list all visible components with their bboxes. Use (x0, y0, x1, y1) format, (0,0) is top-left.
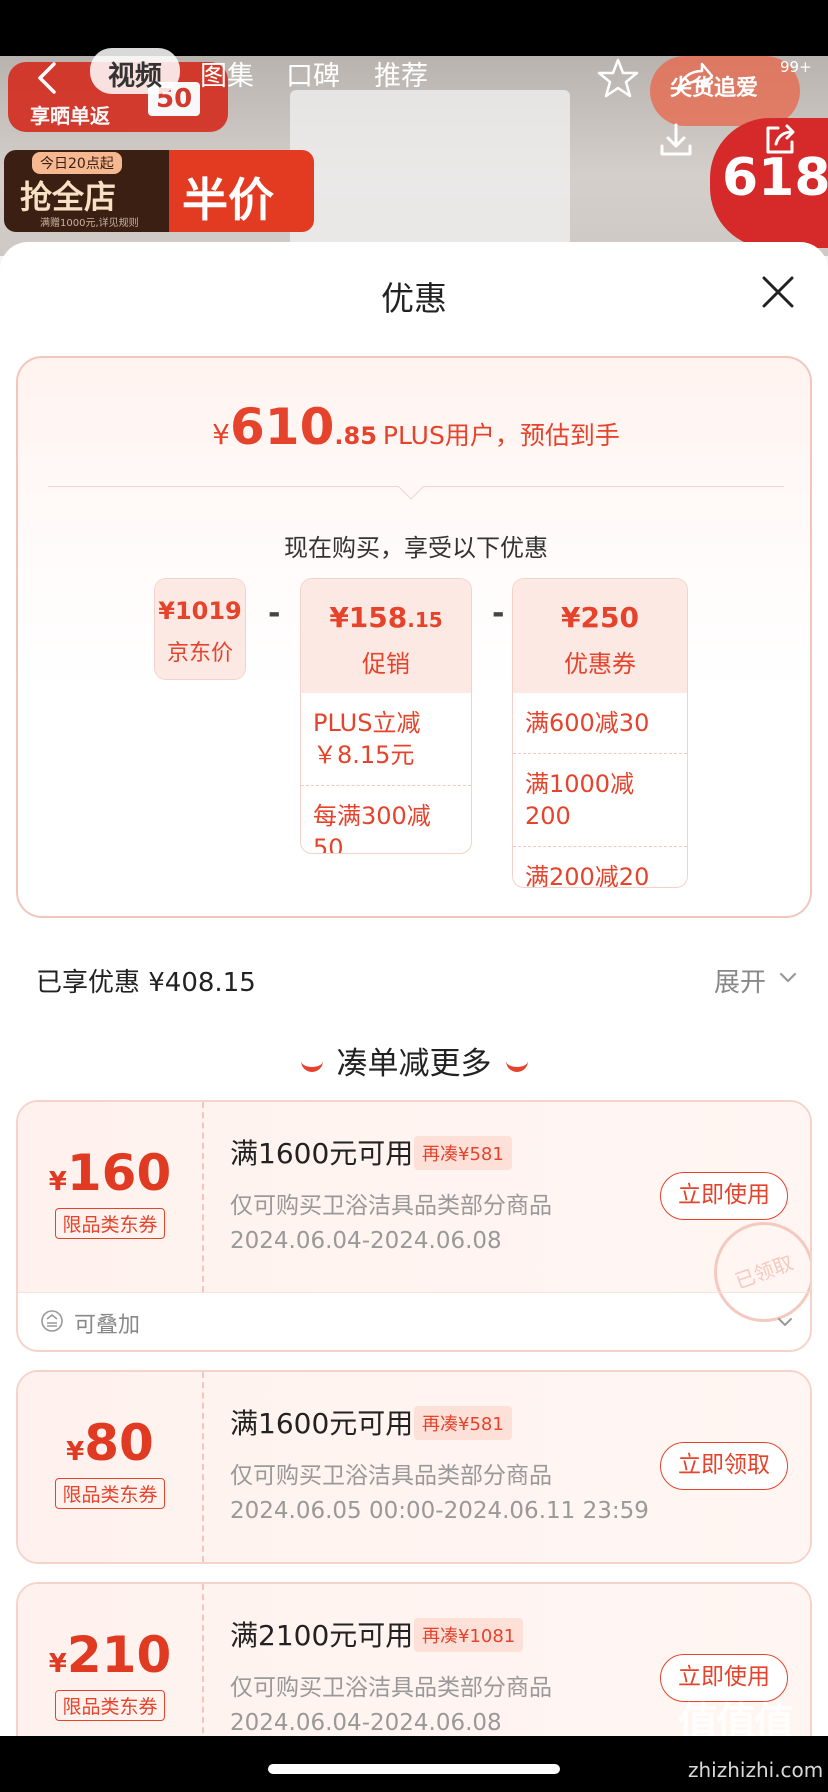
enjoyed-discount: 已享优惠 ¥408.15 (36, 968, 256, 998)
more-deals-title: 凑单减更多 (0, 1038, 828, 1083)
coupon-date: 2024.06.04-2024.06.08 (230, 1710, 502, 1736)
promo-time-tag: 今日20点起 (32, 152, 122, 174)
tab-recommend[interactable]: 推荐 (358, 50, 444, 97)
minus-sign: - (492, 596, 505, 631)
buy-now-caption: 现在购买，享受以下优惠 (284, 534, 548, 562)
tab-reviews[interactable]: 口碑 (270, 50, 356, 97)
promotion-amount: ¥158.15 (329, 601, 443, 634)
promotion-label: 促销 (362, 650, 410, 678)
jd-price-amount: ¥1019 (158, 597, 242, 625)
promotion-item: 每满300减50 (301, 785, 471, 853)
coupon-condition: 满1600元可用 (230, 1137, 414, 1170)
coupon-box: ¥250 优惠券 满600减30 满1000减200 满200减20 (512, 578, 688, 888)
share-arrow-icon[interactable] (672, 56, 716, 100)
coupon-value: ¥80 (66, 1414, 154, 1472)
home-indicator[interactable] (268, 1764, 560, 1774)
watermark-url: zhizhizhi.com (688, 1758, 824, 1782)
estimated-price: ¥610.85 PLUS用户，预估到手 (212, 398, 620, 456)
promo-half-text: 半价 (182, 173, 274, 227)
coupon-item: 满200减20 (513, 846, 687, 887)
price-summary-card: ¥610.85 PLUS用户，预估到手 现在购买，享受以下优惠 ¥1019 京东价… (16, 356, 812, 918)
stackable-label: 可叠加 (74, 1313, 141, 1338)
divider-notch (398, 474, 424, 500)
estimated-price-integer: 610 (230, 398, 335, 456)
notification-badge: 99+ (780, 58, 812, 76)
smile-deco-icon (300, 1060, 323, 1072)
jd-price-label: 京东价 (166, 641, 233, 666)
promo-big-text: 抢全店 (20, 178, 117, 216)
coupon-scope: 仅可购买卫浴洁具品类部分商品 (230, 1463, 552, 1489)
promo-banner-half-price: 今日20点起 抢全店 满赠1000元,详见规则 半价 (4, 150, 314, 232)
coupon-scope: 仅可购买卫浴洁具品类部分商品 (230, 1193, 552, 1219)
coupon-type-tag: 限品类东券 (55, 1208, 165, 1239)
star-icon[interactable] (596, 56, 640, 100)
discount-sheet: 优惠 ¥610.85 PLUS用户，预估到手 现在购买，享受以下优惠 ¥1019 … (0, 242, 828, 1737)
smile-deco-icon (505, 1060, 528, 1072)
chevron-down-icon[interactable] (778, 968, 798, 988)
coupon-item: 满600减30 (525, 709, 650, 737)
estimated-price-decimal: .85 (334, 422, 377, 450)
sheet-title: 优惠 (381, 279, 447, 318)
estimated-price-note: PLUS用户，预估到手 (382, 421, 620, 450)
coupon-footer[interactable]: 可叠加 (18, 1292, 810, 1350)
export-icon[interactable] (760, 120, 800, 160)
coupon-item: 满1000减200 (513, 753, 687, 846)
coupon-value: ¥210 (48, 1626, 172, 1684)
expand-button[interactable]: 展开 (714, 962, 766, 999)
tab-gallery[interactable]: 图集 (184, 50, 270, 97)
coupon-gap-chip: 再凑¥1081 (414, 1618, 524, 1652)
coupon-value-area: ¥210 限品类东券 (18, 1584, 204, 1737)
coupon-value: ¥160 (48, 1144, 172, 1202)
back-arrow-icon[interactable] (30, 60, 66, 96)
coupon-gap-chip: 再凑¥581 (414, 1406, 512, 1440)
promo-small-text: 满赠1000元,详见规则 (40, 218, 139, 229)
jd-price-box: ¥1019 京东价 (154, 578, 246, 680)
chevron-down-icon[interactable] (776, 1313, 794, 1331)
coupon-gap-chip: 再凑¥581 (414, 1136, 512, 1170)
stackable-icon (41, 1310, 63, 1332)
claim-now-button[interactable]: 立即领取 (660, 1442, 788, 1490)
coupon-type-tag: 限品类东券 (55, 1478, 165, 1509)
coupon-condition: 满2100元可用 (230, 1619, 414, 1652)
coupon-date: 2024.06.05 00:00-2024.06.11 23:59 (230, 1498, 649, 1524)
coupon-scope: 仅可购买卫浴洁具品类部分商品 (230, 1675, 552, 1701)
coupon-amount: ¥250 (561, 601, 639, 634)
coupon-value-area: ¥80 限品类东券 (18, 1372, 204, 1562)
promo-cashback-text: 享晒单返 (30, 104, 110, 128)
coupon-card: ¥160 限品类东券 满1600元可用 再凑¥581 仅可购买卫浴洁具品类部分商… (16, 1100, 812, 1352)
promotion-box: ¥158.15 促销 PLUS立减 ￥8.15元 每满300减50 (300, 578, 472, 854)
phone-screen: 享晒单返 50 今日20点起 抢全店 满赠1000元,详见规则 半价 尖货追爱 … (0, 0, 828, 1792)
coupon-label: 优惠券 (564, 650, 636, 678)
coupon-condition: 满1600元可用 (230, 1407, 414, 1440)
coupon-type-tag: 限品类东券 (55, 1690, 165, 1721)
promotion-item: PLUS立减 ￥8.15元 (313, 709, 421, 769)
coupon-value-area: ¥160 限品类东券 (18, 1102, 204, 1292)
use-now-button[interactable]: 立即使用 (660, 1172, 788, 1220)
download-icon[interactable] (656, 120, 696, 160)
close-icon[interactable] (758, 272, 798, 312)
coupon-card: ¥80 限品类东券 满1600元可用 再凑¥581 仅可购买卫浴洁具品类部分商品… (16, 1370, 812, 1564)
coupon-date: 2024.06.04-2024.06.08 (230, 1228, 502, 1254)
minus-sign: - (268, 596, 281, 631)
tab-video[interactable]: 视频 (90, 48, 180, 94)
